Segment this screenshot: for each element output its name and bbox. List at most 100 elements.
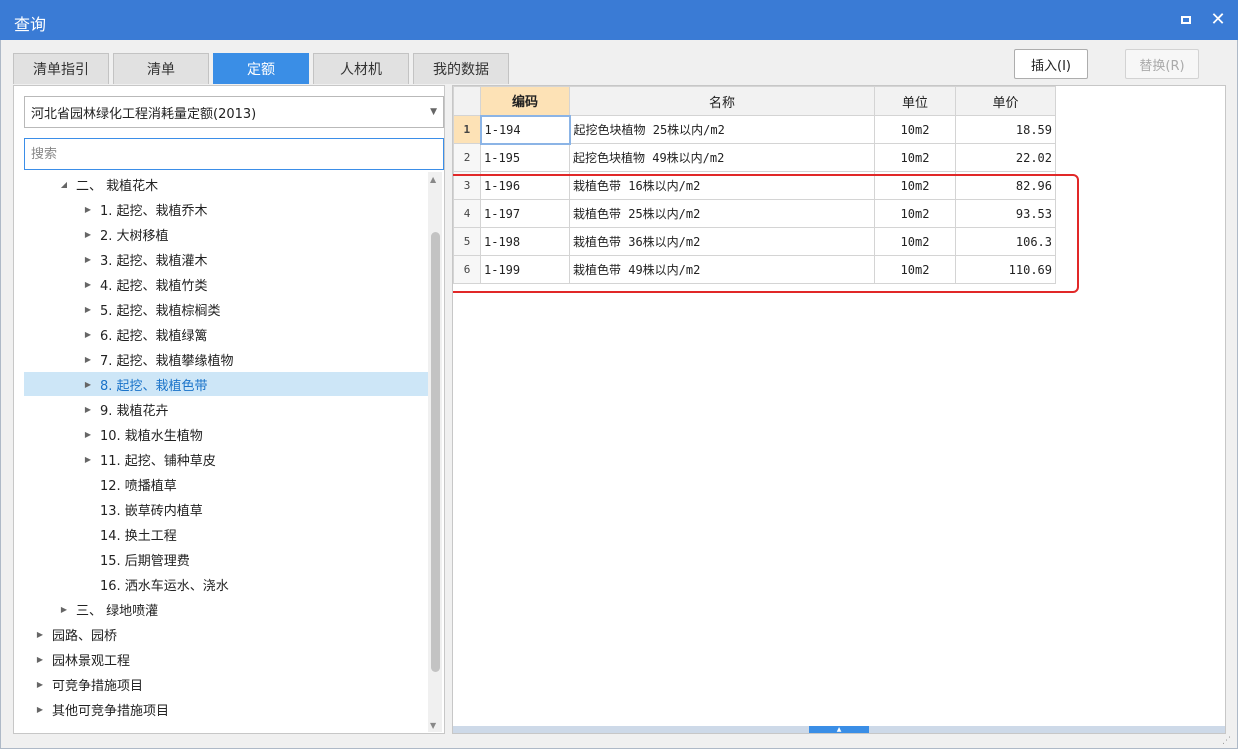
tree-node[interactable]: ▶ 可竞争措施项目 <box>24 672 428 696</box>
tab-my-data[interactable]: 我的数据 <box>413 53 509 84</box>
search-input[interactable] <box>24 138 444 170</box>
header-name[interactable]: 名称 <box>569 86 875 116</box>
cell-name[interactable]: 起挖色块植物 25株以内/m2 <box>569 115 875 144</box>
tab-quota[interactable]: 定额 <box>213 53 309 84</box>
collapsed-arrow-icon[interactable]: ▶ <box>34 655 46 664</box>
collapsed-arrow-icon[interactable]: ▶ <box>34 680 46 689</box>
row-number[interactable]: 3 <box>453 171 481 200</box>
tree-scrollbar[interactable]: ▲ ▼ <box>428 172 442 732</box>
cell-unit[interactable]: 10m2 <box>874 143 956 172</box>
tree-node[interactable]: ◢ 二、 栽植花木 <box>24 172 428 196</box>
cell-code[interactable]: 1-199 <box>480 255 570 284</box>
library-select[interactable]: 河北省园林绿化工程消耗量定额(2013) ▼ <box>24 96 444 128</box>
cell-name[interactable]: 栽植色带 25株以内/m2 <box>569 199 875 228</box>
cell-unit[interactable]: 10m2 <box>874 227 956 256</box>
collapsed-arrow-icon[interactable]: ▶ <box>82 280 94 289</box>
header-code[interactable]: 编码 <box>480 86 570 116</box>
row-number[interactable]: 5 <box>453 227 481 256</box>
cell-unit[interactable]: 10m2 <box>874 171 956 200</box>
tree-node[interactable]: ▶ 8. 起挖、栽植色带 <box>24 372 428 396</box>
row-number[interactable]: 6 <box>453 255 481 284</box>
cell-code[interactable]: 1-197 <box>480 199 570 228</box>
collapsed-arrow-icon[interactable]: ▶ <box>34 705 46 714</box>
header-price[interactable]: 单价 <box>955 86 1056 116</box>
tree-node[interactable]: 13. 嵌草砖内植草 <box>24 497 428 521</box>
row-number[interactable]: 2 <box>453 143 481 172</box>
tree-node-label: 5. 起挖、栽植棕榈类 <box>100 303 221 319</box>
cell-name[interactable]: 栽植色带 16株以内/m2 <box>569 171 875 200</box>
tree-node[interactable]: ▶ 1. 起挖、栽植乔木 <box>24 197 428 221</box>
replace-button[interactable]: 替换(R) <box>1125 49 1199 79</box>
collapsed-arrow-icon[interactable]: ▶ <box>82 330 94 339</box>
tree-node[interactable]: 14. 换土工程 <box>24 522 428 546</box>
cell-code[interactable]: 1-195 <box>480 143 570 172</box>
tree-node[interactable]: 12. 喷播植草 <box>24 472 428 496</box>
tree-node[interactable]: ▶ 三、 绿地喷灌 <box>24 597 428 621</box>
collapsed-arrow-icon[interactable]: ▶ <box>82 455 94 464</box>
cell-code[interactable]: 1-196 <box>480 171 570 200</box>
tree-node[interactable]: ▶ 园林景观工程 <box>24 647 428 671</box>
collapsed-arrow-icon[interactable]: ▶ <box>82 255 94 264</box>
tree-node[interactable]: ▶ 5. 起挖、栽植棕榈类 <box>24 297 428 321</box>
tree-node-label: 6. 起挖、栽植绿篱 <box>100 328 208 344</box>
table-row[interactable]: 1 1-194 起挖色块植物 25株以内/m2 10m2 18.59 <box>453 114 1056 145</box>
tree-node[interactable]: ▶ 11. 起挖、铺种草皮 <box>24 447 428 471</box>
cell-price[interactable]: 82.96 <box>955 171 1056 200</box>
collapsed-arrow-icon[interactable]: ▶ <box>82 305 94 314</box>
tree-node[interactable]: ▶ 7. 起挖、栽植攀缘植物 <box>24 347 428 371</box>
tree-node[interactable]: ▶ 园路、园桥 <box>24 622 428 646</box>
cell-price[interactable]: 106.3 <box>955 227 1056 256</box>
row-number[interactable]: 1 <box>453 115 481 144</box>
resize-grip-icon[interactable]: ⋰ <box>1222 736 1232 746</box>
splitter-handle[interactable]: ▲ <box>809 726 869 733</box>
tree-node[interactable]: ▶ 10. 栽植水生植物 <box>24 422 428 446</box>
collapsed-arrow-icon[interactable]: ▶ <box>82 380 94 389</box>
maximize-button[interactable] <box>1174 8 1198 32</box>
tree-node[interactable]: ▶ 3. 起挖、栽植灌木 <box>24 247 428 271</box>
cell-code[interactable]: 1-194 <box>479 114 571 145</box>
cell-name[interactable]: 栽植色带 36株以内/m2 <box>569 227 875 256</box>
cell-price[interactable]: 18.59 <box>955 115 1056 144</box>
collapsed-arrow-icon[interactable]: ▶ <box>82 355 94 364</box>
scroll-up-icon[interactable]: ▲ <box>430 175 436 184</box>
tree-node[interactable]: ▶ 6. 起挖、栽植绿篱 <box>24 322 428 346</box>
collapsed-arrow-icon[interactable]: ▶ <box>82 205 94 214</box>
table-row[interactable]: 2 1-195 起挖色块植物 49株以内/m2 10m2 22.02 <box>453 143 1056 172</box>
insert-button[interactable]: 插入(I) <box>1014 49 1088 79</box>
cell-price[interactable]: 22.02 <box>955 143 1056 172</box>
scroll-thumb[interactable] <box>431 232 440 672</box>
cell-unit[interactable]: 10m2 <box>874 255 956 284</box>
collapsed-arrow-icon[interactable]: ▶ <box>82 230 94 239</box>
tree-node[interactable]: ▶ 2. 大树移植 <box>24 222 428 246</box>
cell-unit[interactable]: 10m2 <box>874 115 956 144</box>
quota-table: 编码 名称 单位 单价 1 1-194 起挖色块植物 25株以内/m2 10m2 18.… <box>453 86 1056 284</box>
expanded-arrow-icon[interactable]: ◢ <box>58 180 70 189</box>
tree-node[interactable]: ▶ 其他可竞争措施项目 <box>24 697 428 721</box>
tree-node[interactable]: 15. 后期管理费 <box>24 547 428 571</box>
library-select-value: 河北省园林绿化工程消耗量定额(2013) <box>31 106 257 122</box>
cell-name[interactable]: 起挖色块植物 49株以内/m2 <box>569 143 875 172</box>
tree-node[interactable]: 16. 洒水车运水、浇水 <box>24 572 428 596</box>
scroll-down-icon[interactable]: ▼ <box>430 721 436 730</box>
tree-node[interactable]: ▶ 4. 起挖、栽植竹类 <box>24 272 428 296</box>
cell-price[interactable]: 93.53 <box>955 199 1056 228</box>
collapsed-arrow-icon[interactable]: ▶ <box>58 605 70 614</box>
tree-node[interactable]: ▶ 9. 栽植花卉 <box>24 397 428 421</box>
cell-price[interactable]: 110.69 <box>955 255 1056 284</box>
collapsed-arrow-icon[interactable]: ▶ <box>82 405 94 414</box>
cell-name[interactable]: 栽植色带 49株以内/m2 <box>569 255 875 284</box>
collapsed-arrow-icon[interactable]: ▶ <box>34 630 46 639</box>
collapsed-arrow-icon[interactable]: ▶ <box>82 430 94 439</box>
table-row[interactable]: 4 1-197 栽植色带 25株以内/m2 10m2 93.53 <box>453 199 1056 228</box>
header-unit[interactable]: 单位 <box>874 86 956 116</box>
table-row[interactable]: 6 1-199 栽植色带 49株以内/m2 10m2 110.69 <box>453 255 1056 284</box>
cell-code[interactable]: 1-198 <box>480 227 570 256</box>
tab-materials[interactable]: 人材机 <box>313 53 409 84</box>
tab-bill[interactable]: 清单 <box>113 53 209 84</box>
close-button[interactable]: ✕ <box>1206 8 1230 32</box>
row-number[interactable]: 4 <box>453 199 481 228</box>
tab-list-guide[interactable]: 清单指引 <box>13 53 109 84</box>
table-row[interactable]: 3 1-196 栽植色带 16株以内/m2 10m2 82.96 <box>453 171 1056 200</box>
cell-unit[interactable]: 10m2 <box>874 199 956 228</box>
table-row[interactable]: 5 1-198 栽植色带 36株以内/m2 10m2 106.3 <box>453 227 1056 256</box>
